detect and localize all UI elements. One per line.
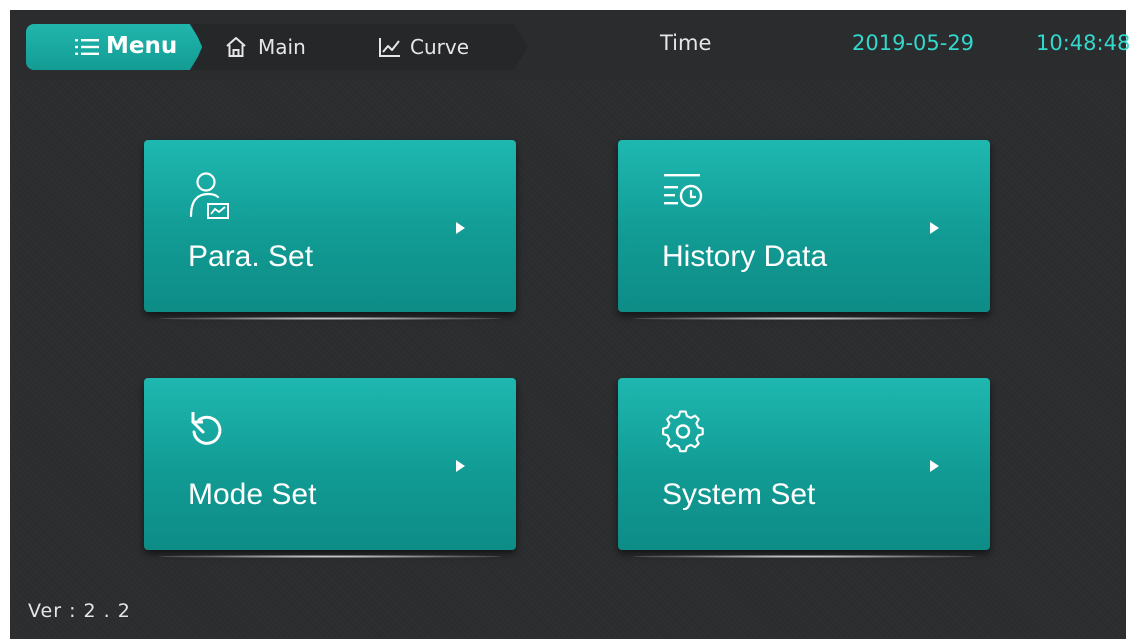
- hmi-screen: Menu Main Curve Time 2019-05-29 10:48:48…: [0, 0, 1132, 639]
- reset-arrow-icon: [188, 408, 228, 460]
- system-set-button[interactable]: System Set: [618, 378, 990, 558]
- tab-curve[interactable]: Curve: [348, 24, 528, 70]
- chevron-right-icon: [456, 460, 465, 472]
- chevron-right-icon: [930, 222, 939, 234]
- frame-top: [0, 0, 1132, 10]
- chevron-right-icon: [930, 460, 939, 472]
- history-data-label: History Data: [662, 240, 828, 273]
- time-label: Time: [660, 31, 712, 55]
- date-display: 2019-05-29: [852, 31, 975, 55]
- para-set-label: Para. Set: [188, 240, 314, 273]
- chevron-right-icon: [456, 222, 465, 234]
- para-set-button[interactable]: Para. Set: [144, 140, 516, 320]
- home-icon: [224, 36, 248, 58]
- time-display: 10:48:48: [1036, 31, 1131, 55]
- mode-set-label: Mode Set: [188, 478, 317, 511]
- top-bar: Menu Main Curve Time 2019-05-29 10:48:48: [10, 10, 1130, 80]
- tab-menu[interactable]: Menu: [26, 24, 204, 70]
- version-label: Ver : 2 . 2: [28, 600, 131, 622]
- history-clock-icon: [662, 170, 703, 222]
- mode-set-button[interactable]: Mode Set: [144, 378, 516, 558]
- tab-main-label: Main: [258, 35, 306, 59]
- frame-left: [0, 0, 10, 639]
- system-set-label: System Set: [662, 478, 816, 511]
- chart-line-icon: [378, 36, 402, 58]
- history-data-button[interactable]: History Data: [618, 140, 990, 320]
- gear-icon: [662, 408, 704, 460]
- tab-menu-label: Menu: [106, 33, 178, 59]
- tab-main[interactable]: Main: [192, 24, 362, 70]
- list-icon: [74, 36, 100, 58]
- tab-curve-label: Curve: [410, 35, 470, 59]
- frame-right: [1126, 0, 1132, 639]
- user-chart-icon: [188, 170, 229, 222]
